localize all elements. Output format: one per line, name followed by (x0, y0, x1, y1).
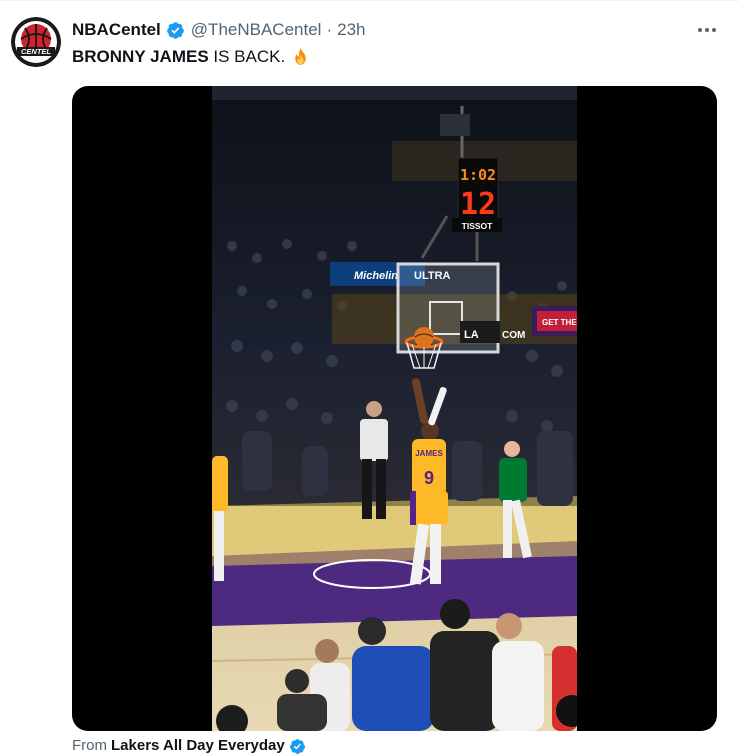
jersey-number: 9 (424, 468, 434, 488)
more-options-button[interactable] (690, 18, 724, 42)
avatar-text: CENTEL (21, 47, 51, 56)
ad-get-the: GET THE (542, 318, 577, 327)
video-frame: 1:02 12 TISSOT Michelin ULTRA GET THE LA… (212, 86, 577, 731)
video-player[interactable]: 1:02 12 TISSOT Michelin ULTRA GET THE LA… (72, 86, 717, 731)
verified-badge-icon (166, 21, 185, 40)
display-name[interactable]: NBACentel (72, 20, 161, 40)
source-verified-badge-icon (289, 738, 306, 755)
tweet-header: NBACentel @TheNBACentel · 23h (72, 18, 366, 42)
tweet-text-rest: IS BACK. (208, 47, 286, 66)
video-source-attribution: From Lakers All Day Everyday (72, 736, 306, 756)
avatar-logo: CENTEL (11, 17, 61, 67)
source-account-link[interactable]: Lakers All Day Everyday (111, 736, 285, 756)
top-divider (0, 0, 739, 1)
backboard-ad-2: COM (502, 330, 525, 341)
avatar[interactable]: CENTEL (11, 17, 61, 67)
backboard-ad: LA (464, 329, 479, 341)
tweet-text-bold: BRONNY JAMES (72, 47, 209, 66)
ad-michelin: Michelin (354, 270, 398, 282)
from-label: From (72, 737, 107, 754)
user-handle[interactable]: @TheNBACentel (191, 20, 322, 40)
separator-dot: · (326, 20, 333, 39)
more-icon (698, 28, 716, 32)
tweet-text: BRONNY JAMES IS BACK. (72, 45, 311, 69)
fire-icon (290, 47, 311, 68)
shot-clock-value: 12 (460, 187, 496, 222)
shot-clock-brand: TISSOT (462, 221, 494, 231)
timestamp[interactable]: 23h (337, 20, 365, 40)
jersey-name: JAMES (415, 449, 443, 458)
shot-clock-time: 1:02 (460, 166, 496, 184)
